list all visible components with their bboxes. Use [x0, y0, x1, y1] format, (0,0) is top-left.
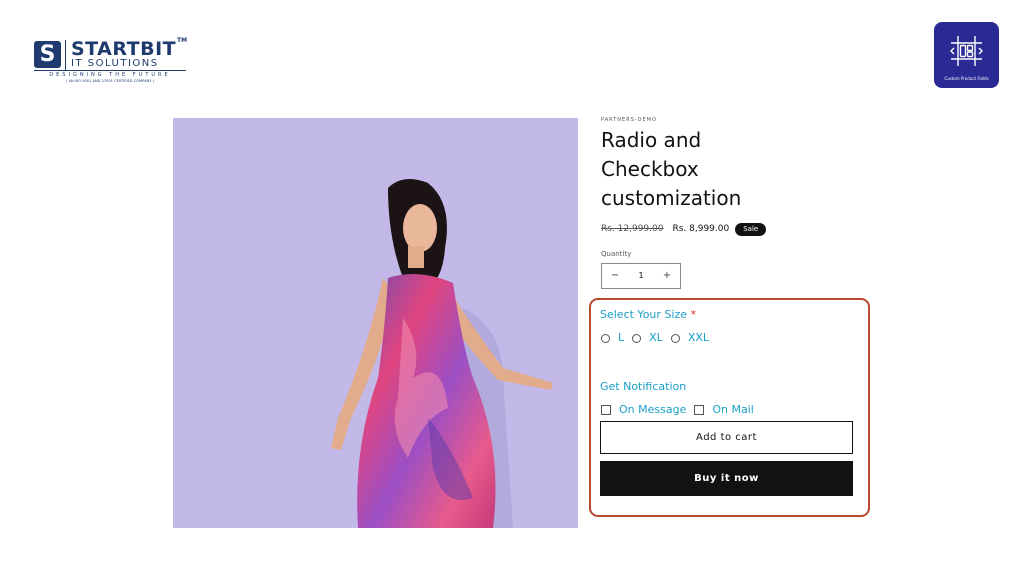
required-mark: * [690, 308, 697, 321]
checkbox-label[interactable]: On Message [619, 403, 686, 417]
logo-mark: S [34, 41, 61, 68]
size-option-label[interactable]: XXL [688, 331, 709, 345]
sale-price: Rs. 8,999.00 [672, 224, 730, 234]
product-vendor: PARTNERS-DEMO [601, 117, 657, 123]
grid-frame-icon [950, 36, 983, 66]
quantity-input[interactable]: 1 [638, 264, 643, 288]
logo-certification: ( AN ISO 9001 AND 27001 CERTIFIED COMPAN… [66, 79, 154, 83]
size-field-title: Select Your Size * [600, 308, 696, 322]
startbit-logo: S STARTBIT TM IT SOLUTIONS DESIGNING THE… [34, 38, 194, 88]
size-radio-l[interactable] [601, 333, 610, 343]
price-row: Rs. 12,999.00 Rs. 8,999.00 Sale [601, 222, 767, 236]
size-radio-xxl[interactable] [670, 333, 680, 343]
notification-options: On Message On Mail [601, 403, 762, 417]
size-options: L XL XXL [601, 331, 717, 345]
custom-product-fields-app-icon: Custom Product Fields [934, 22, 999, 88]
quantity-stepper: − 1 + [601, 263, 681, 289]
logo-tagline: DESIGNING THE FUTURE [49, 72, 171, 78]
notification-field-title: Get Notification [600, 380, 687, 393]
sale-badge: Sale [735, 222, 767, 236]
quantity-increase-button[interactable]: + [654, 264, 680, 288]
add-to-cart-button[interactable]: Add to cart [600, 421, 853, 454]
logo-subtitle: IT SOLUTIONS [71, 58, 159, 69]
quantity-decrease-button[interactable]: − [602, 264, 628, 288]
checkbox-on-mail[interactable] [694, 405, 705, 415]
product-title: Radio and Checkbox customization [601, 128, 742, 210]
checkbox-label[interactable]: On Mail [712, 403, 753, 417]
size-field-label: Select Your Size [600, 308, 687, 321]
size-option-label[interactable]: XL [649, 331, 663, 345]
app-badge-label: Custom Product Fields [944, 76, 989, 81]
buy-it-now-button[interactable]: Buy it now [600, 461, 853, 496]
logo-trademark: TM [177, 37, 188, 44]
quantity-label: Quantity [601, 250, 632, 258]
size-option-label[interactable]: L [618, 331, 624, 345]
regular-price: Rs. 12,999.00 [601, 224, 664, 234]
product-image[interactable] [173, 118, 578, 528]
model-illustration [331, 179, 553, 528]
logo-separator [65, 40, 66, 70]
logo-divider [34, 70, 186, 71]
size-radio-xl[interactable] [632, 333, 642, 343]
checkbox-on-message[interactable] [601, 405, 611, 415]
logo-title: STARTBIT [71, 38, 177, 60]
